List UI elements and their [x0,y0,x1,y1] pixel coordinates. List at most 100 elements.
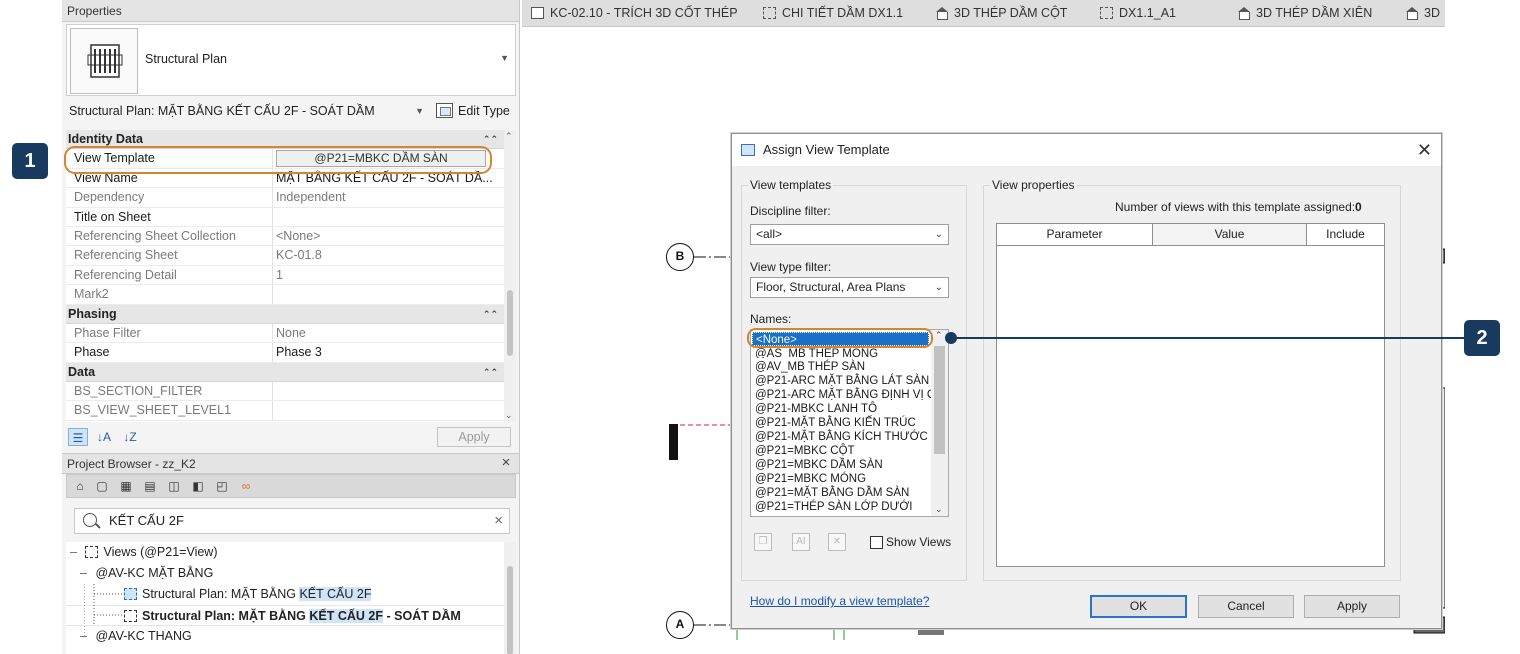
scroll-down-icon[interactable]: ⌄ [935,504,943,515]
column-header-parameter[interactable]: Parameter [997,224,1153,246]
properties-scrollbar[interactable]: ⌃ ⌄ [504,130,516,422]
list-item[interactable]: @P21=MBKC CỘT [755,444,855,458]
tree-item-structural-plan-active[interactable]: Structural Plan: MẶT BẰNG KẾT CẤU 2F - S… [66,605,504,626]
tree-node-views[interactable]: – Views (@P21=View) [70,542,218,563]
view-icon[interactable]: ▢ [93,478,111,494]
close-icon[interactable]: ✕ [1417,134,1432,166]
collapse-chevron-icon[interactable]: ⌃⌃ [483,305,498,324]
view-templates-legend: View templates [748,178,834,192]
tab-chi-tiet-dam[interactable]: CHI TIẾT DẦM DX1.1 [760,0,903,27]
names-scrollbar[interactable]: ⌃ ⌄ [931,330,948,516]
group-data[interactable]: Data ⌃⌃ [66,362,504,383]
type-dropdown-chevron-down-icon[interactable]: ▼ [500,53,509,63]
highlight-ring-none-item [747,328,933,348]
row-title-on-sheet[interactable]: Title on Sheet [66,207,504,227]
collapse-icon[interactable]: – [80,563,92,584]
scroll-up-icon[interactable]: ⌃ [935,330,943,341]
list-item[interactable]: @P21-ARC MẶT BẰNG LÁT SÀN [755,374,929,388]
tab-kc-02-10[interactable]: KC-02.10 - TRÍCH 3D CỐT THÉP [528,0,738,27]
sort-descending-icon[interactable]: ↓Z [120,428,140,446]
list-item[interactable]: @P21-MẶT BẰNG KÍCH THƯỚC [755,430,928,444]
list-item[interactable]: @P21=MBKC MÓNG [755,472,866,486]
tab-3d[interactable]: 3D [1402,0,1440,27]
list-item[interactable]: @P21-ARC MẶT BẰNG ĐỊNH VỊ CỬ [755,388,945,402]
row-bs-view-sheet-level1[interactable]: BS_VIEW_SHEET_LEVEL1 [66,401,504,421]
clear-search-icon[interactable]: × [494,510,503,532]
sort-ascending-icon[interactable]: ↓A [94,428,114,446]
schedule-icon[interactable]: ▤ [141,478,159,494]
browser-scrollbar[interactable] [504,542,516,654]
collapse-chevron-icon[interactable]: ⌃⌃ [483,363,498,382]
list-item[interactable]: @AV_MB THÉP SÀN [755,360,865,374]
duplicate-template-icon[interactable]: ❐ [754,533,772,551]
list-item[interactable]: @P21=MBKC DẦM SÀN [755,458,883,472]
tab-3d-thep-dam-xien[interactable]: 3D THÉP DẦM XIÊN [1234,0,1372,27]
project-browser-close-icon[interactable]: × [499,455,513,470]
browser-search[interactable]: KẾT CẤU 2F × [74,508,510,534]
search-input[interactable]: KẾT CẤU 2F [109,509,184,533]
scroll-down-icon[interactable]: ⌄ [505,410,513,421]
scroll-up-icon[interactable]: ⌃ [505,131,513,142]
scroll-thumb[interactable] [507,290,513,356]
show-views-label: Show Views [886,535,952,549]
callout-badge-2: 2 [1464,320,1500,356]
rename-template-icon[interactable]: AI [792,533,810,551]
edit-type-button[interactable]: Edit Type [436,100,510,122]
tab-label: 3D THÉP DẦM CỘT [954,6,1068,20]
list-item[interactable]: @P21-MẶT BẰNG KIẾN TRÚC [755,416,916,430]
column-header-value[interactable]: Value [1153,224,1307,246]
tree-node-group[interactable]: – @AV-KC MẶT BẰNG [80,563,213,584]
phase-value[interactable]: Phase 3 [276,343,501,362]
discipline-filter-select[interactable]: <all> ⌄ [750,224,949,245]
row-phase[interactable]: Phase Phase 3 [66,343,504,363]
mark2-label: Mark2 [74,287,109,302]
delete-template-icon[interactable]: ✕ [828,533,846,551]
tree-item-label-pre: Structural Plan: MẶT BẰNG [142,587,300,601]
apply-button[interactable]: Apply [1304,595,1400,618]
list-item[interactable]: @P21=MẶT BẰNG DẦM SÀN [755,486,909,500]
dialog-titlebar: Assign View Template ✕ [732,134,1441,166]
help-link[interactable]: How do I modify a view template? [750,594,929,608]
scroll-thumb[interactable] [507,566,513,654]
tab-3d-thep-dam-cot[interactable]: 3D THÉP DẦM CỘT [932,0,1067,27]
group-label: Phasing [68,306,117,321]
list-item[interactable]: @P21-MBKC LANH TÔ [755,402,877,416]
ok-button[interactable]: OK [1090,595,1187,618]
list-item[interactable]: @P21=THÉP SÀN LỚP DƯỚI [755,500,912,514]
grid-bubble-b[interactable]: B [666,243,694,271]
group-icon[interactable]: ◰ [213,478,231,494]
sheet-icon[interactable]: ◫ [165,478,183,494]
tree-item-structural-plan[interactable]: Structural Plan: MẶT BẰNG KẾT CẤU 2F [124,584,372,605]
3d-view-icon [1237,7,1250,20]
show-views-checkbox[interactable] [870,536,883,549]
categorize-icon[interactable]: ☰ [68,428,88,446]
ref-sheet-label: Referencing Sheet [74,248,178,263]
family-icon[interactable]: ◧ [189,478,207,494]
cancel-button[interactable]: Cancel [1198,595,1294,618]
chevron-down-icon: ⌄ [934,282,943,293]
grid-bubble-a[interactable]: A [666,611,694,639]
apply-button[interactable]: Apply [437,427,511,447]
row-bs-section-filter[interactable]: BS_SECTION_FILTER [66,382,504,402]
row-mark2[interactable]: Mark2 [66,285,504,305]
scroll-thumb[interactable] [934,346,945,454]
bs-view-sheet-level1-label: BS_VIEW_SHEET_LEVEL1 [74,403,232,418]
ref-sheet-value: KC-01.8 [276,248,322,263]
column-header-include[interactable]: Include [1307,224,1384,246]
collapse-icon[interactable]: – [70,542,82,563]
row-phase-filter[interactable]: Phase Filter None [66,323,504,344]
type-selector[interactable]: Structural Plan ▼ [66,24,516,96]
3d-view-icon [1405,7,1418,20]
chevron-down-icon: ▼ [415,106,424,116]
home-view-icon[interactable]: ⌂ [71,478,89,494]
instance-selector[interactable]: Structural Plan: MẶT BẰNG KẾT CẤU 2F - S… [66,100,428,122]
list-item[interactable]: @AS_MB THÉP MÓNG [755,347,878,358]
view-type-filter-select[interactable]: Floor, Structural, Area Plans ⌄ [750,277,949,298]
group-phasing[interactable]: Phasing ⌃⌃ [66,304,504,324]
names-list[interactable]: <None> @AS_MB THÉP MÓNG @AV_MB THÉP SÀN … [750,329,949,517]
link-icon[interactable]: ∞ [237,478,255,494]
phase-filter-value[interactable]: None [276,324,501,343]
view-properties-table[interactable]: Parameter Value Include [996,223,1385,567]
legend-icon[interactable]: ▦ [117,478,135,494]
tab-dx1-1-a1[interactable]: DX1.1_A1 [1097,0,1176,27]
